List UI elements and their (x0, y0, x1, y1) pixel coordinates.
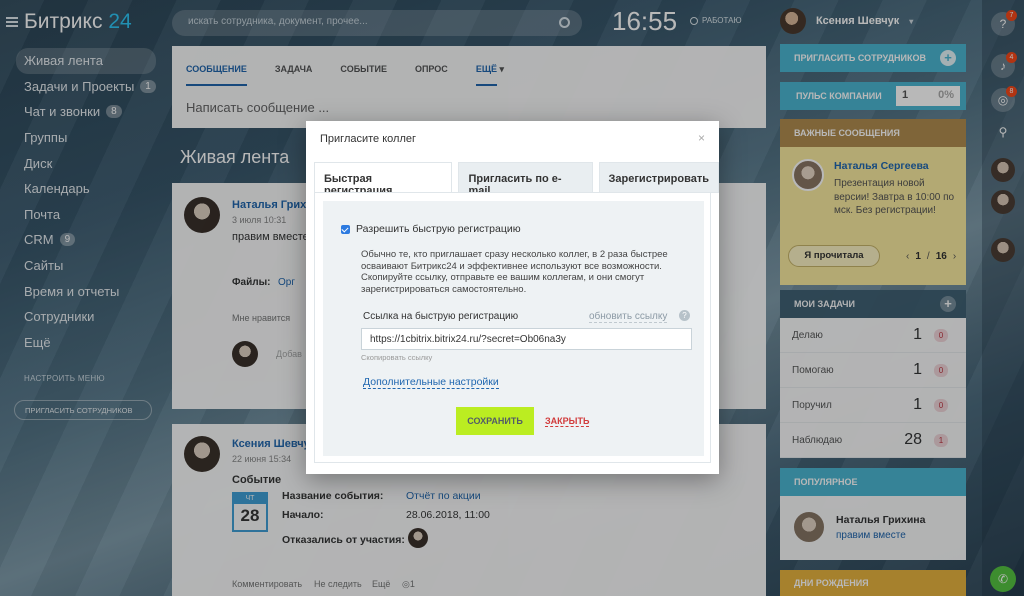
advanced-settings-link[interactable]: Дополнительные настройки (363, 376, 499, 389)
description-text: Обычно те, кто приглашает сразу нескольк… (361, 249, 668, 295)
tab-quick-registration[interactable]: Быстрая регистрация (314, 162, 453, 197)
save-button[interactable]: СОХРАНИТЬ (456, 407, 534, 435)
registration-url-field[interactable] (361, 328, 692, 350)
tab-register[interactable]: Зарегистрировать (598, 162, 719, 193)
tab-panel: Разрешить быструю регистрацию Обычно те,… (314, 192, 711, 463)
help-icon[interactable]: ? (679, 310, 690, 321)
copy-link[interactable]: Скопировать ссылку (361, 353, 432, 362)
dialog-tabs: Быстрая регистрация Пригласить по e-mail… (314, 162, 719, 197)
checkbox-checked-icon[interactable] (341, 224, 350, 234)
tab-invite-email[interactable]: Пригласить по e-mail (458, 162, 593, 197)
close-button[interactable]: ЗАКРЫТЬ (545, 416, 590, 427)
allow-quick-registration-checkbox[interactable]: Разрешить быструю регистрацию (341, 223, 521, 235)
invite-dialog: Пригласите коллег × Быстрая регистрация … (306, 121, 719, 474)
refresh-link[interactable]: обновить ссылку (589, 311, 668, 323)
quick-registration-form: Разрешить быструю регистрацию Обычно те,… (323, 201, 704, 456)
link-label: Ссылка на быструю регистрацию (363, 311, 519, 322)
dialog-title: Пригласите коллег (320, 133, 416, 145)
close-icon[interactable]: × (698, 131, 705, 145)
